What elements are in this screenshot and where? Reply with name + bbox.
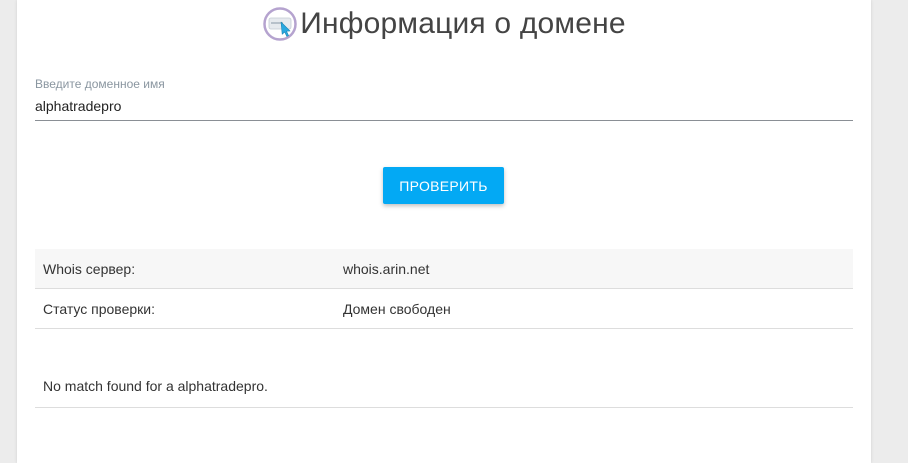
domain-pointer-icon (263, 7, 297, 41)
page-header: Информация о домене (17, 4, 871, 44)
table-row: Whois сервер: whois.arin.net (35, 249, 853, 289)
whois-result-text: No match found for a alphatradepro. (43, 378, 268, 394)
check-status-value: Домен свободен (335, 288, 853, 329)
whois-info-table: Whois сервер: whois.arin.net Статус пров… (35, 249, 853, 329)
check-button[interactable]: ПРОВЕРИТЬ (383, 167, 504, 204)
whois-result: No match found for a alphatradepro. (35, 368, 853, 408)
whois-server-key: Whois сервер: (35, 249, 335, 289)
whois-server-value: whois.arin.net (335, 249, 853, 289)
check-status-key: Статус проверки: (35, 288, 335, 329)
domain-field: Введите доменное имя (35, 76, 853, 121)
domain-field-label: Введите доменное имя (35, 77, 165, 91)
domain-info-card: Информация о домене Введите доменное имя… (17, 0, 871, 463)
table-row: Статус проверки: Домен свободен (35, 288, 853, 329)
domain-input[interactable] (35, 96, 853, 121)
page-title: Информация о домене (300, 7, 626, 40)
